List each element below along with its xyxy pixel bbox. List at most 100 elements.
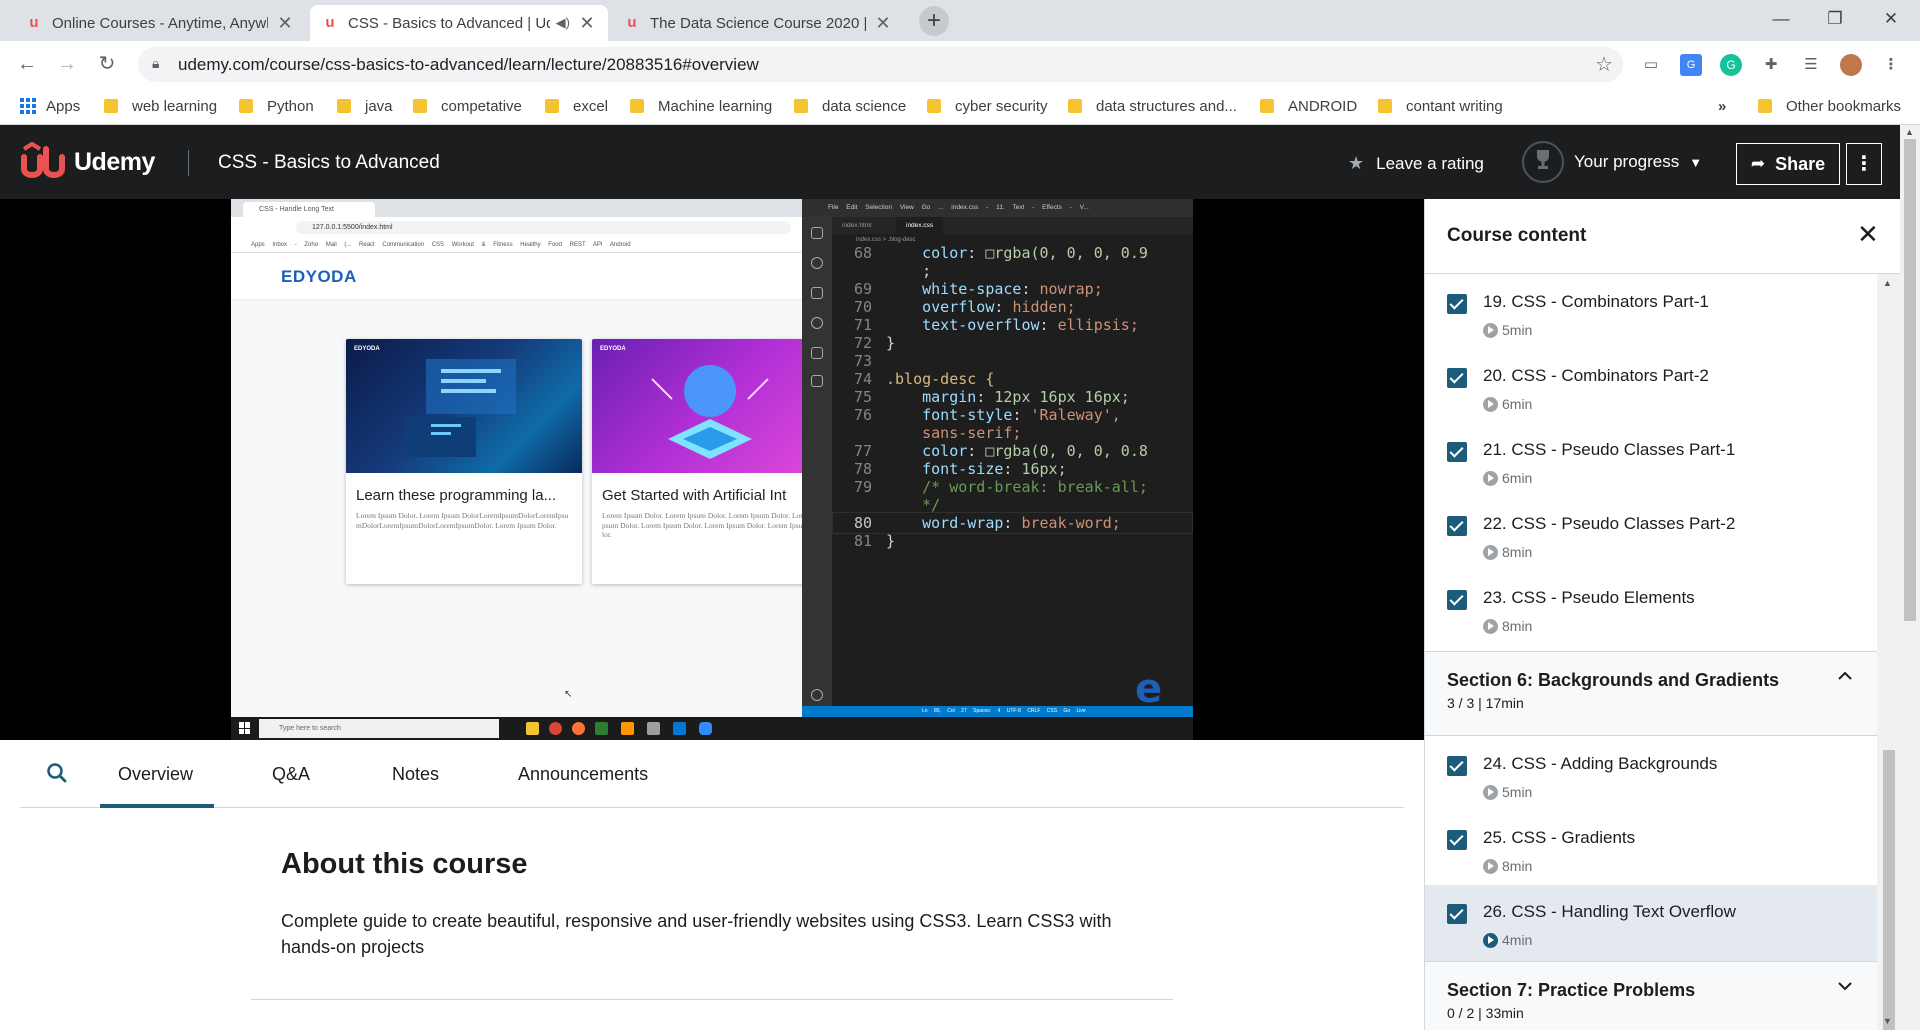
completed-checkbox[interactable] — [1447, 756, 1467, 776]
cast-icon[interactable]: ▭ — [1640, 54, 1662, 76]
completed-checkbox[interactable] — [1447, 368, 1467, 388]
speaker-icon[interactable]: ◀) — [556, 15, 570, 31]
other-bookmarks[interactable]: Other bookmarks — [1758, 96, 1901, 116]
scrollbar-thumb[interactable] — [1883, 750, 1895, 1030]
chevron-down-icon[interactable] — [1837, 978, 1853, 994]
back-icon[interactable]: ← — [12, 49, 42, 79]
firefox-icon — [572, 722, 585, 735]
translate-icon[interactable]: G — [1680, 54, 1702, 76]
lecture-item[interactable]: 25. CSS - Gradients 8min — [1425, 816, 1877, 890]
play-icon — [1483, 322, 1498, 338]
tab-notes[interactable]: Notes — [392, 764, 439, 785]
video-player[interactable]: CSS - Handle Long Text 127.0.0.1:5500/in… — [0, 199, 1424, 740]
card-title: Learn these programming la... — [356, 487, 557, 504]
taskbar-search: Type here to search — [259, 719, 499, 738]
section-header[interactable]: Section 6: Backgrounds and Gradients 3 /… — [1425, 651, 1877, 736]
completed-checkbox[interactable] — [1447, 294, 1467, 314]
section-title: Section 7: Practice Problems — [1447, 980, 1696, 1000]
close-sidebar-icon[interactable]: ✕ — [1857, 219, 1879, 250]
bookmark-star-icon[interactable]: ☆ — [1595, 52, 1613, 77]
sidebar-header: Course content ✕ — [1425, 199, 1900, 274]
video-browser-tab: CSS - Handle Long Text — [243, 202, 375, 217]
completed-checkbox[interactable] — [1447, 442, 1467, 462]
more-options-button[interactable]: ⋮ — [1846, 143, 1882, 185]
lecture-title: 22. CSS - Pseudo Classes Part-2 — [1483, 514, 1736, 533]
minimize-button[interactable]: — — [1752, 0, 1810, 38]
search-icon[interactable] — [46, 762, 68, 784]
vscode-titlebar: File Edit Selection View Go ... index.cs… — [802, 199, 1193, 217]
folder-icon — [104, 99, 118, 113]
browser-tab-css-basics[interactable]: u CSS - Basics to Advanced | Ud ◀) ✕ — [310, 5, 608, 41]
chrome-menu-icon[interactable]: ⋮ — [1880, 54, 1902, 76]
sidebar-scrollbar[interactable]: ▲ ▼ — [1877, 274, 1900, 1030]
bookmark-folder[interactable]: data structures and... — [1068, 96, 1237, 116]
scrollbar-thumb[interactable] — [1904, 139, 1916, 621]
sidebar-title: Course content — [1447, 225, 1587, 246]
close-tab-icon[interactable]: ✕ — [874, 13, 892, 34]
course-title[interactable]: CSS - Basics to Advanced — [218, 152, 440, 174]
your-progress-button[interactable]: Your progress ▼ — [1522, 141, 1702, 183]
page-scrollbar[interactable]: ▲ — [1900, 125, 1920, 1030]
completed-checkbox[interactable] — [1447, 904, 1467, 924]
lecture-item[interactable]: 20. CSS - Combinators Part-2 6min — [1425, 354, 1877, 428]
profile-avatar[interactable] — [1840, 54, 1862, 76]
settings-gear-icon — [811, 689, 823, 701]
tab-announcements[interactable]: Announcements — [518, 764, 648, 785]
chevron-up-icon[interactable] — [1837, 668, 1853, 684]
bookmark-folder[interactable]: data science — [794, 96, 906, 116]
bookmark-folder[interactable]: Machine learning — [630, 96, 772, 116]
bookmark-folder[interactable]: contant writing — [1378, 96, 1503, 116]
grammarly-icon[interactable]: G — [1720, 54, 1742, 76]
lecture-item[interactable]: 19. CSS - Combinators Part-1 5min — [1425, 280, 1877, 354]
bookmark-apps[interactable]: Apps — [20, 96, 80, 116]
header-divider — [188, 150, 189, 176]
forward-icon[interactable]: → — [52, 49, 82, 79]
share-button[interactable]: ➦ Share — [1736, 143, 1840, 185]
bookmark-folder[interactable]: excel — [545, 96, 608, 116]
lecture-item-current[interactable]: 26. CSS - Handling Text Overflow 4min — [1425, 885, 1877, 961]
udemy-favicon-icon: u — [325, 14, 335, 31]
scroll-down-arrow-icon[interactable]: ▼ — [1883, 1016, 1892, 1026]
browser-tab-data-science[interactable]: u The Data Science Course 2020 | U ✕ — [612, 5, 904, 41]
lecture-item[interactable]: 22. CSS - Pseudo Classes Part-2 8min — [1425, 502, 1877, 576]
url-text[interactable]: udemy.com/course/css-basics-to-advanced/… — [178, 55, 759, 75]
udemy-logo[interactable]: Udemy — [20, 142, 155, 182]
leave-rating-button[interactable]: ★ Leave a rating — [1348, 153, 1484, 174]
reload-icon[interactable]: ↻ — [92, 49, 122, 79]
lecture-item[interactable]: 21. CSS - Pseudo Classes Part-1 6min — [1425, 428, 1877, 502]
new-tab-button[interactable]: + — [919, 6, 949, 36]
lecture-item[interactable]: 23. CSS - Pseudo Elements 8min — [1425, 576, 1877, 650]
maximize-button[interactable]: ❐ — [1806, 0, 1864, 38]
zoom-icon — [699, 722, 712, 735]
duration-text: 5min — [1502, 784, 1533, 800]
bookmark-folder[interactable]: Python — [239, 96, 314, 116]
tab-qa[interactable]: Q&A — [272, 764, 310, 785]
close-tab-icon[interactable]: ✕ — [276, 13, 294, 34]
completed-checkbox[interactable] — [1447, 830, 1467, 850]
bookmark-folder[interactable]: ANDROID — [1260, 96, 1357, 116]
close-tab-icon[interactable]: ✕ — [578, 13, 596, 34]
address-bar[interactable]: 🔒︎ udemy.com/course/css-basics-to-advanc… — [138, 47, 1623, 82]
about-description: Complete guide to create beautiful, resp… — [281, 911, 1112, 957]
lecture-item[interactable]: 24. CSS - Adding Backgrounds 5min — [1425, 742, 1877, 816]
media-control-icon[interactable]: ☰ — [1800, 54, 1822, 76]
extensions-icon[interactable]: ✚ — [1760, 54, 1782, 76]
completed-checkbox[interactable] — [1447, 516, 1467, 536]
completed-checkbox[interactable] — [1447, 590, 1467, 610]
bookmarks-overflow-button[interactable]: » — [1718, 96, 1726, 116]
section-header[interactable]: Section 7: Practice Problems 0 / 2 | 33m… — [1425, 961, 1877, 1030]
scroll-up-arrow-icon[interactable]: ▲ — [1905, 127, 1914, 137]
scroll-up-arrow-icon[interactable]: ▲ — [1883, 278, 1892, 288]
bookmark-folder[interactable]: web learning — [104, 96, 217, 116]
bookmarks-bar: Apps web learning Python java competativ… — [0, 88, 1920, 125]
browser-tab-online-courses[interactable]: u Online Courses - Anytime, Anywh ✕ — [14, 5, 306, 41]
bookmark-folder[interactable]: java — [337, 96, 393, 116]
tab-overview[interactable]: Overview — [118, 764, 193, 785]
lecture-title: 23. CSS - Pseudo Elements — [1483, 588, 1695, 607]
bookmark-folder[interactable]: cyber security — [927, 96, 1048, 116]
lecture-duration: 5min — [1483, 784, 1532, 800]
bookmark-folder[interactable]: competative — [413, 96, 522, 116]
card-title: Get Started with Artificial Int — [602, 487, 787, 504]
lecture-title: 26. CSS - Handling Text Overflow — [1483, 902, 1736, 921]
close-window-button[interactable]: ✕ — [1862, 0, 1920, 38]
